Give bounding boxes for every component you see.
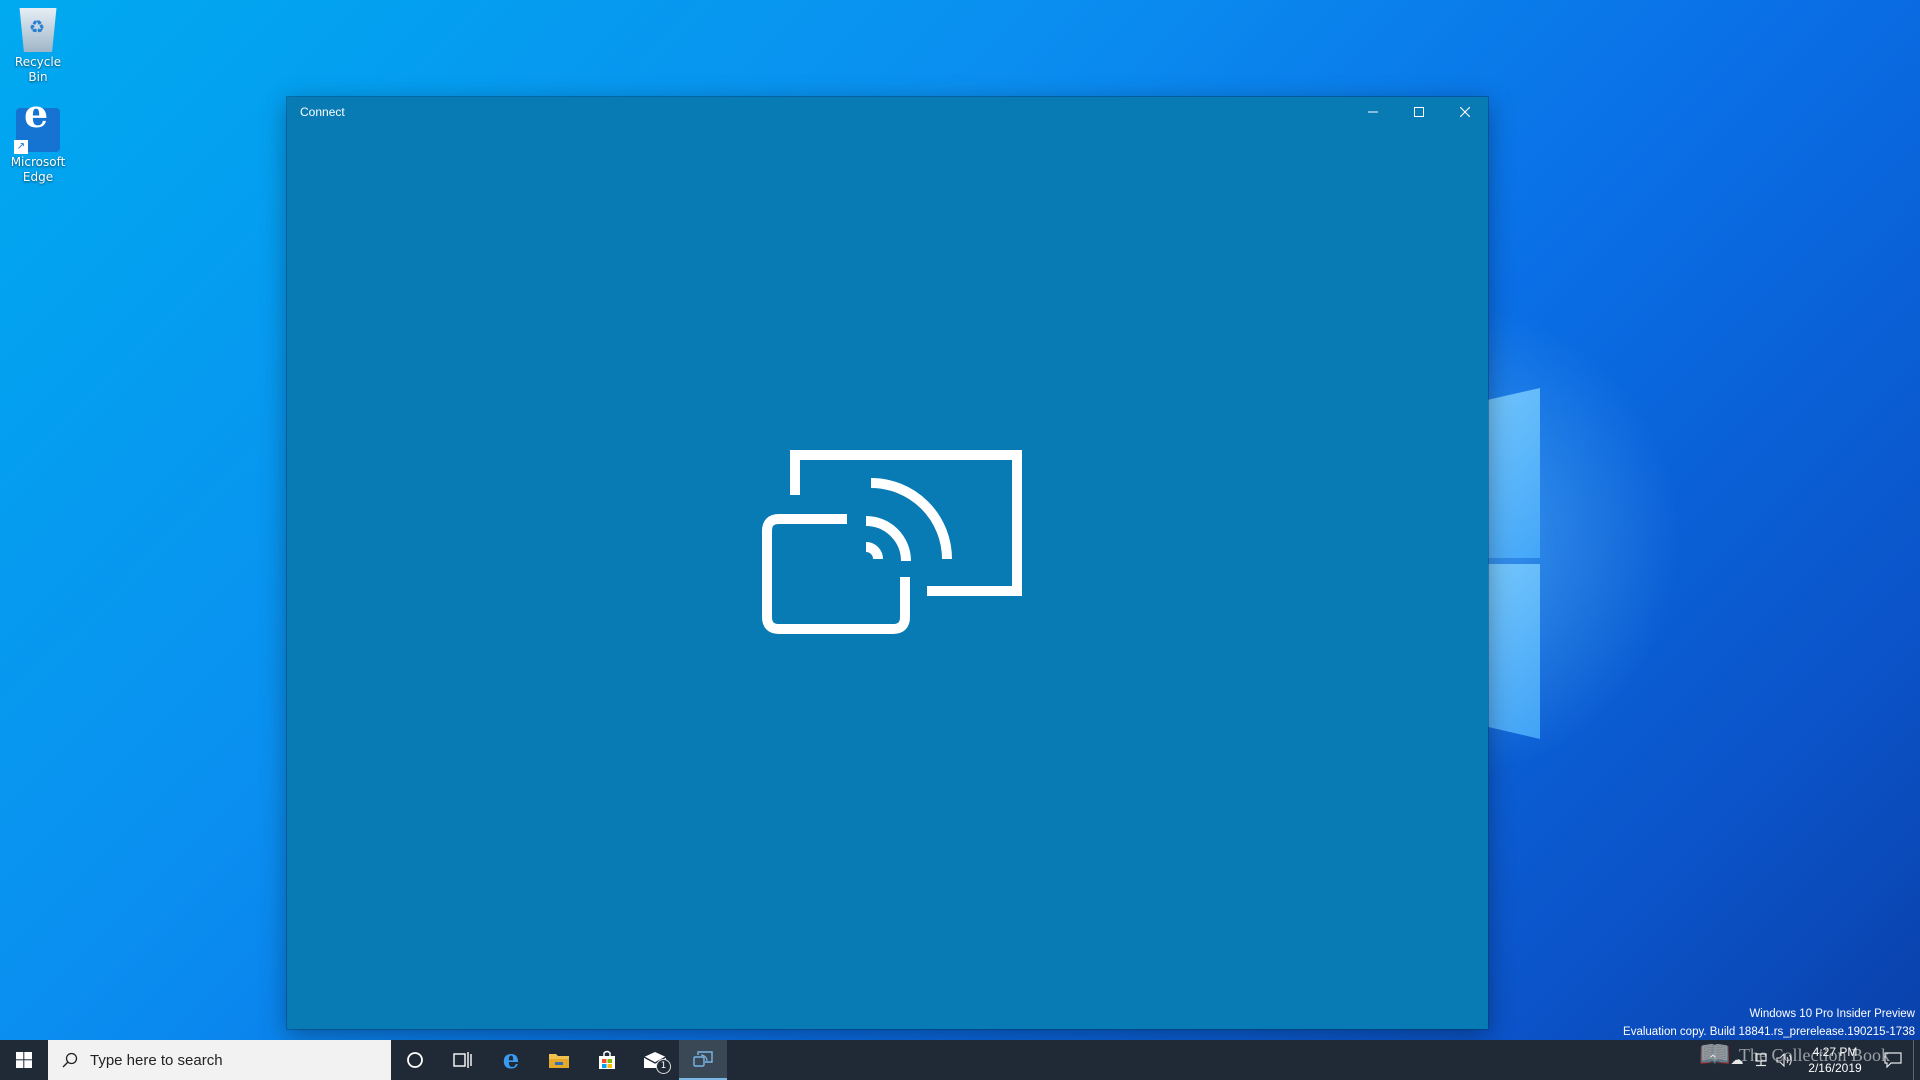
show-desktop-button[interactable] xyxy=(1913,1040,1920,1080)
onedrive-button[interactable]: ☁ xyxy=(1725,1040,1749,1080)
recycle-bin-icon xyxy=(19,8,57,52)
search-icon xyxy=(62,1052,78,1068)
minimize-button[interactable] xyxy=(1350,97,1396,127)
wallpaper-logo-pane xyxy=(1480,388,1540,558)
taskbar-store-button[interactable] xyxy=(583,1040,631,1080)
connect-icon xyxy=(693,1051,713,1067)
watermark-build: Evaluation copy. Build 18841.rs_prerelea… xyxy=(1623,1026,1915,1038)
action-center-button[interactable] xyxy=(1873,1040,1913,1080)
start-button[interactable] xyxy=(0,1040,48,1080)
chevron-up-icon: ⌃ xyxy=(1707,1052,1719,1068)
task-view-button[interactable] xyxy=(439,1040,487,1080)
taskbar-edge-button[interactable]: e xyxy=(487,1040,535,1080)
maximize-button[interactable] xyxy=(1396,97,1442,127)
task-view-icon xyxy=(453,1052,472,1068)
notification-icon xyxy=(1884,1052,1902,1068)
desktop-icon-label: Microsoft Edge xyxy=(10,155,66,184)
edge-icon: e xyxy=(502,1045,520,1075)
desktop-icon-recycle-bin[interactable]: Recycle Bin xyxy=(4,8,72,85)
network-button[interactable] xyxy=(1749,1040,1773,1080)
edge-icon: e ↗ xyxy=(14,95,60,154)
taskbar-clock[interactable]: 4:27 PM 2/16/2019 xyxy=(1797,1044,1873,1076)
desktop-icon-microsoft-edge[interactable]: e ↗ Microsoft Edge xyxy=(4,95,72,185)
wireless-display-cast-icon xyxy=(762,450,1022,634)
clock-date: 2/16/2019 xyxy=(1808,1061,1862,1075)
system-tray: ⌃ ☁ 4:27 PM 2/16/2019 xyxy=(1701,1040,1920,1080)
windows-logo-icon xyxy=(16,1052,32,1068)
desktop-icon-label: Recycle Bin xyxy=(14,55,62,84)
close-button[interactable] xyxy=(1442,97,1488,127)
search-placeholder: Type here to search xyxy=(90,1051,223,1069)
store-icon xyxy=(599,1050,615,1069)
maximize-icon xyxy=(1414,107,1424,117)
network-icon xyxy=(1755,1053,1767,1067)
taskbar-connect-button[interactable] xyxy=(679,1040,727,1080)
window-title: Connect xyxy=(300,105,345,119)
volume-icon xyxy=(1776,1053,1792,1067)
connect-app-window: Connect xyxy=(287,97,1488,1029)
file-explorer-icon xyxy=(549,1054,569,1068)
taskbar-mail-button[interactable]: 1 xyxy=(631,1040,679,1080)
minimize-icon xyxy=(1368,111,1378,113)
watermark-edition: Windows 10 Pro Insider Preview xyxy=(1749,1008,1915,1020)
cortana-button[interactable] xyxy=(391,1040,439,1080)
clock-time: 4:27 PM xyxy=(1812,1045,1858,1059)
close-icon xyxy=(1460,107,1470,117)
onedrive-icon: ☁ xyxy=(1730,1052,1744,1068)
wallpaper-logo-pane xyxy=(1480,564,1540,739)
build-watermark: Windows 10 Pro Insider Preview Evaluatio… xyxy=(1623,1005,1915,1041)
hidden-icons-button[interactable]: ⌃ xyxy=(1701,1040,1725,1080)
taskbar: Type here to search e 1 ⌃ ☁ 4:27 PM 2/16… xyxy=(0,1040,1920,1080)
taskbar-search-box[interactable]: Type here to search xyxy=(48,1040,391,1080)
taskbar-file-explorer-button[interactable] xyxy=(535,1040,583,1080)
title-bar[interactable]: Connect xyxy=(287,97,1488,127)
cortana-icon xyxy=(407,1052,423,1068)
volume-button[interactable] xyxy=(1773,1040,1797,1080)
mail-unread-badge: 1 xyxy=(656,1059,671,1074)
